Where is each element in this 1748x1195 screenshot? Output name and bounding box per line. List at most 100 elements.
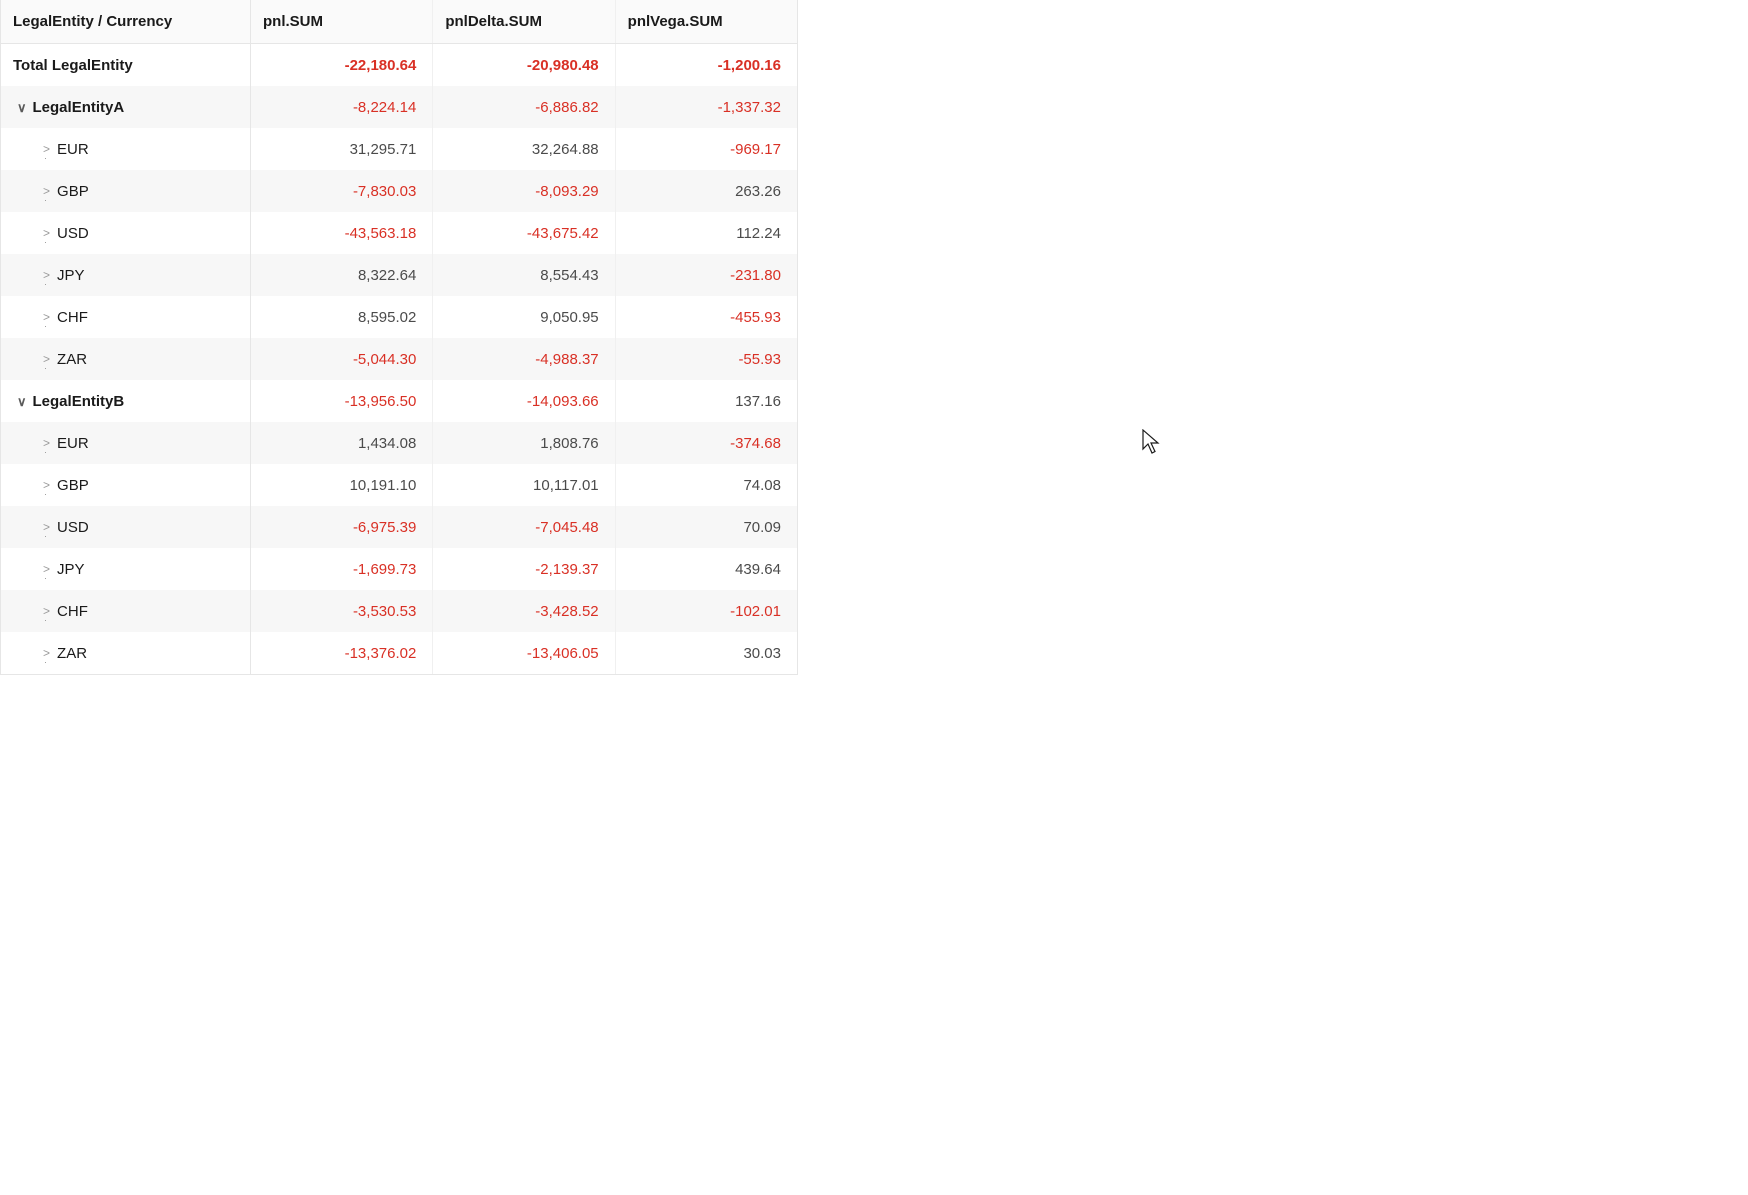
table-header-row: LegalEntity / Currency pnl.SUM pnlDelta.… (1, 0, 797, 44)
cell-value: -7,830.03 (251, 170, 433, 212)
cell-value: -43,675.42 (433, 212, 615, 254)
cell-value: -1,337.32 (616, 86, 797, 128)
currency-code: CHF (57, 309, 88, 326)
cell-value: 8,322.64 (251, 254, 433, 296)
expand-leaf-icon[interactable] (43, 562, 51, 576)
currency-label[interactable]: EUR (1, 422, 251, 464)
cell-value: 74.08 (616, 464, 797, 506)
currency-label[interactable]: ZAR (1, 338, 251, 380)
currency-label[interactable]: JPY (1, 254, 251, 296)
entity-row[interactable]: LegalEntityB-13,956.50-14,093.66137.16 (1, 380, 797, 422)
currency-row[interactable]: USD-43,563.18-43,675.42112.24 (1, 212, 797, 254)
cell-value: 137.16 (616, 380, 797, 422)
cell-value: 30.03 (616, 632, 797, 674)
expand-leaf-icon[interactable] (43, 310, 51, 324)
expand-leaf-icon[interactable] (43, 604, 51, 618)
expand-leaf-icon[interactable] (43, 352, 51, 366)
cell-value: -1,200.16 (616, 44, 797, 86)
cell-value: -8,093.29 (433, 170, 615, 212)
entity-row[interactable]: LegalEntityA -8,224.14-6,886.82-1,337.32 (1, 86, 797, 128)
currency-label[interactable]: CHF (1, 296, 251, 338)
cell-value: 9,050.95 (433, 296, 615, 338)
currency-code: EUR (57, 435, 89, 452)
currency-row[interactable]: USD-6,975.39-7,045.4870.09 (1, 506, 797, 548)
cell-value: -2,139.37 (433, 548, 615, 590)
cell-value: 70.09 (616, 506, 797, 548)
cell-value: -13,376.02 (251, 632, 433, 674)
entity-name: LegalEntityA (33, 99, 125, 116)
cell-value: -1,699.73 (251, 548, 433, 590)
currency-code: ZAR (57, 645, 87, 662)
entity-label[interactable]: LegalEntityA (1, 86, 251, 128)
currency-code: GBP (57, 183, 89, 200)
expand-leaf-icon[interactable] (43, 478, 51, 492)
currency-row[interactable]: ZAR -5,044.30-4,988.37-55.93 (1, 338, 797, 380)
expand-leaf-icon[interactable] (43, 436, 51, 450)
dim-header[interactable]: LegalEntity / Currency (1, 0, 251, 43)
cell-value: -14,093.66 (433, 380, 615, 422)
currency-label[interactable]: GBP (1, 170, 251, 212)
expand-leaf-icon[interactable] (43, 268, 51, 282)
currency-code: USD (57, 519, 89, 536)
currency-label[interactable]: JPY (1, 548, 251, 590)
currency-label[interactable]: CHF (1, 590, 251, 632)
cell-value: -55.93 (616, 338, 797, 380)
currency-code: CHF (57, 603, 88, 620)
currency-label[interactable]: EUR (1, 128, 251, 170)
cell-value: -43,563.18 (251, 212, 433, 254)
currency-code: EUR (57, 141, 89, 158)
currency-row[interactable]: CHF8,595.029,050.95-455.93 (1, 296, 797, 338)
currency-row[interactable]: EUR1,434.081,808.76-374.68 (1, 422, 797, 464)
currency-code: JPY (57, 561, 85, 578)
cell-value: -22,180.64 (251, 44, 433, 86)
currency-label[interactable]: USD (1, 212, 251, 254)
cell-value: -231.80 (616, 254, 797, 296)
currency-label[interactable]: USD (1, 506, 251, 548)
cell-value: 10,191.10 (251, 464, 433, 506)
cell-value: 10,117.01 (433, 464, 615, 506)
currency-code: GBP (57, 477, 89, 494)
cell-value: -5,044.30 (251, 338, 433, 380)
currency-code: ZAR (57, 351, 87, 368)
currency-row[interactable]: GBP-7,830.03-8,093.29263.26 (1, 170, 797, 212)
cell-value: -13,406.05 (433, 632, 615, 674)
entity-name: LegalEntityB (33, 393, 125, 410)
currency-label[interactable]: GBP (1, 464, 251, 506)
total-row[interactable]: Total LegalEntity -22,180.64 -20,980.48 … (1, 44, 797, 86)
expand-leaf-icon[interactable] (43, 520, 51, 534)
cell-value: 439.64 (616, 548, 797, 590)
cell-value: -969.17 (616, 128, 797, 170)
cell-value: -6,886.82 (433, 86, 615, 128)
cell-value: -8,224.14 (251, 86, 433, 128)
cell-value: 32,264.88 (433, 128, 615, 170)
cell-value: -6,975.39 (251, 506, 433, 548)
currency-code: JPY (57, 267, 85, 284)
cell-value: 8,554.43 (433, 254, 615, 296)
cell-value: 1,434.08 (251, 422, 433, 464)
currency-row[interactable]: JPY 8,322.648,554.43-231.80 (1, 254, 797, 296)
col-header-pnl[interactable]: pnl.SUM (251, 0, 433, 43)
chevron-down-icon[interactable] (17, 395, 27, 408)
currency-row[interactable]: JPY -1,699.73-2,139.37439.64 (1, 548, 797, 590)
total-label: Total LegalEntity (1, 44, 251, 86)
currency-label[interactable]: ZAR (1, 632, 251, 674)
currency-row[interactable]: CHF-3,530.53-3,428.52-102.01 (1, 590, 797, 632)
expand-leaf-icon[interactable] (43, 646, 51, 660)
cell-value: 31,295.71 (251, 128, 433, 170)
cell-value: -4,988.37 (433, 338, 615, 380)
cell-value: -20,980.48 (433, 44, 615, 86)
entity-label[interactable]: LegalEntityB (1, 380, 251, 422)
cell-value: -3,428.52 (433, 590, 615, 632)
cell-value: -455.93 (616, 296, 797, 338)
expand-leaf-icon[interactable] (43, 142, 51, 156)
col-header-pnldelta[interactable]: pnlDelta.SUM (433, 0, 615, 43)
cell-value: -374.68 (616, 422, 797, 464)
expand-leaf-icon[interactable] (43, 226, 51, 240)
cell-value: -102.01 (616, 590, 797, 632)
currency-row[interactable]: GBP 10,191.1010,117.0174.08 (1, 464, 797, 506)
currency-row[interactable]: EUR 31,295.7132,264.88-969.17 (1, 128, 797, 170)
chevron-down-icon[interactable] (17, 101, 27, 114)
currency-row[interactable]: ZAR -13,376.02-13,406.0530.03 (1, 632, 797, 674)
expand-leaf-icon[interactable] (43, 184, 51, 198)
col-header-pnlvega[interactable]: pnlVega.SUM (616, 0, 797, 43)
